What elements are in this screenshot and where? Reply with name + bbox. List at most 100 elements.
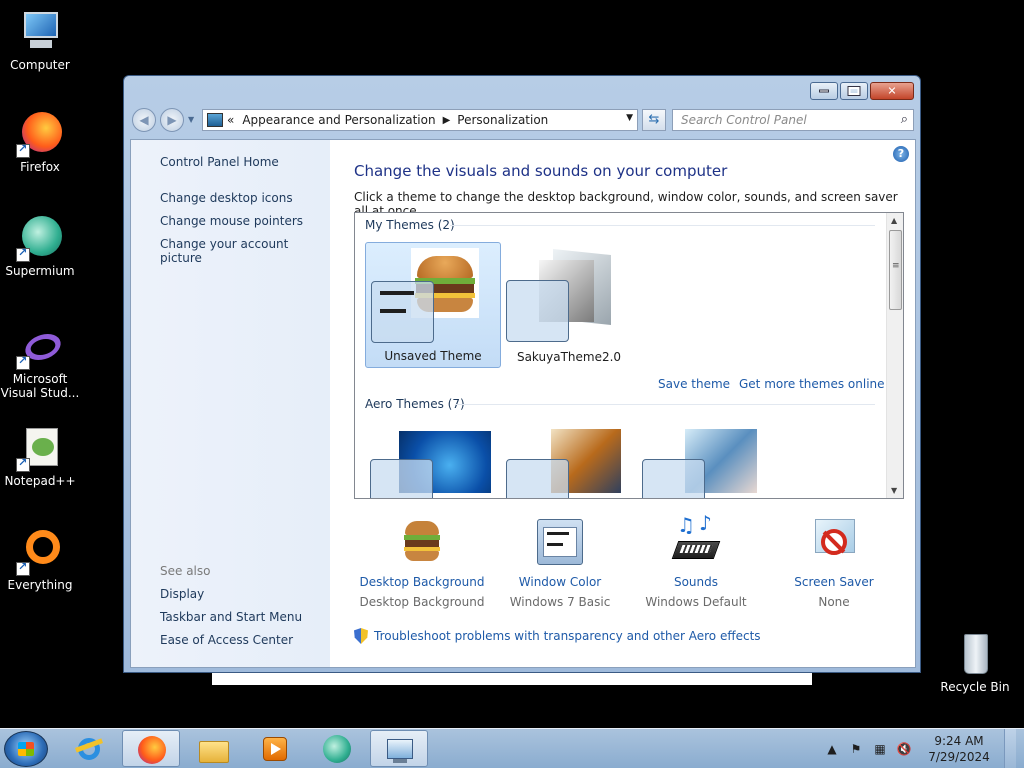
- taskbar-control-panel[interactable]: [370, 730, 428, 767]
- screen-saver-item[interactable]: Screen Saver None: [769, 517, 899, 609]
- taskbar-firefox[interactable]: [122, 730, 180, 767]
- breadcrumb-personalization[interactable]: Personalization: [457, 113, 548, 127]
- scroll-down-icon[interactable]: ▼: [891, 486, 897, 495]
- taskbar-supermium[interactable]: [308, 730, 366, 767]
- taskbar-start-menu-link[interactable]: Taskbar and Start Menu: [160, 610, 302, 624]
- desktop-icon-supermium[interactable]: Supermium: [0, 214, 80, 278]
- theme-item-sakuya[interactable]: SakuyaTheme2.0: [501, 242, 637, 368]
- change-mouse-pointers-link[interactable]: Change mouse pointers: [160, 214, 303, 228]
- control-panel-home-link[interactable]: Control Panel Home: [160, 155, 279, 169]
- desktop-icon-firefox[interactable]: Firefox: [0, 110, 80, 174]
- change-desktop-icons-link[interactable]: Change desktop icons: [160, 191, 293, 205]
- music-notes-icon: ♫ ♪: [671, 511, 721, 567]
- desktop-background-title[interactable]: Desktop Background: [357, 575, 487, 589]
- everything-icon: [16, 528, 64, 576]
- refresh-button[interactable]: ⇆: [642, 109, 666, 131]
- back-button[interactable]: ◀: [132, 108, 156, 132]
- search-icon[interactable]: ⌕: [901, 112, 908, 127]
- screen-saver-title[interactable]: Screen Saver: [769, 575, 899, 589]
- sounds-item[interactable]: ♫ ♪ Sounds Windows Default: [631, 511, 761, 609]
- change-account-picture-link[interactable]: Change your account picture: [160, 237, 330, 265]
- shortcut-arrow-icon: [16, 246, 30, 262]
- desktop-icon-label: Firefox: [20, 160, 60, 174]
- theme-list[interactable]: My Themes (2) Unsaved Theme SakuyaTheme2…: [354, 212, 904, 499]
- action-center-flag-icon[interactable]: ⚑: [848, 742, 864, 756]
- window-color-preview: [642, 459, 705, 498]
- theme-item-aero-windows7[interactable]: [365, 425, 501, 498]
- background-window-edge: [212, 673, 812, 685]
- clock-time: 9:24 AM: [934, 734, 984, 748]
- control-panel-icon: [386, 736, 414, 764]
- clock-date: 7/29/2024: [928, 750, 990, 764]
- volume-muted-icon[interactable]: 🔇: [896, 742, 912, 756]
- desktop-icon-notepadpp[interactable]: Notepad++: [0, 424, 80, 488]
- scrollbar-thumb[interactable]: [889, 230, 902, 310]
- clock[interactable]: 9:24 AM 7/29/2024: [924, 733, 994, 765]
- page-title: Change the visuals and sounds on your co…: [354, 162, 728, 180]
- sounds-title[interactable]: Sounds: [631, 575, 761, 589]
- address-dropdown-icon[interactable]: ▼: [626, 113, 633, 123]
- troubleshoot-link[interactable]: Troubleshoot problems with transparency …: [354, 628, 761, 644]
- show-hidden-icons-icon[interactable]: ▲: [824, 742, 840, 756]
- shortcut-arrow-icon: [16, 456, 30, 472]
- close-button[interactable]: ✕: [870, 82, 914, 100]
- notepadpp-icon: [16, 424, 64, 472]
- breadcrumb-overflow[interactable]: «: [227, 113, 234, 127]
- forward-arrow-icon: ▶: [167, 113, 177, 127]
- taskbar-internet-explorer[interactable]: [60, 730, 118, 767]
- save-theme-link[interactable]: Save theme: [658, 377, 730, 391]
- desktop-icon-recycle-bin[interactable]: Recycle Bin: [935, 630, 1015, 694]
- window-controls: ✕: [810, 82, 914, 100]
- help-icon[interactable]: ?: [893, 146, 909, 162]
- supermium-icon: [16, 214, 64, 262]
- refresh-icon: ⇆: [648, 112, 660, 127]
- start-button[interactable]: [4, 731, 48, 767]
- window-color-title[interactable]: Window Color: [495, 575, 625, 589]
- theme-item-aero-architecture[interactable]: [501, 425, 637, 498]
- ease-of-access-link[interactable]: Ease of Access Center: [160, 633, 293, 647]
- forward-button[interactable]: ▶: [160, 108, 184, 132]
- desktop-icon-label: Computer: [10, 58, 70, 72]
- firefox-icon: [16, 110, 64, 158]
- folder-icon: [199, 735, 229, 763]
- desktop-icon-label: Supermium: [5, 264, 75, 278]
- breadcrumb-separator-icon[interactable]: ▶: [443, 115, 451, 126]
- navigation-bar: ◀ ▶ ▼ « Appearance and Personalization ▶…: [132, 108, 914, 134]
- window-color-preview: [370, 459, 433, 498]
- theme-item-unsaved[interactable]: Unsaved Theme: [365, 242, 501, 368]
- scroll-up-icon[interactable]: ▲: [891, 216, 897, 225]
- breadcrumb-appearance[interactable]: Appearance and Personalization: [242, 113, 435, 127]
- desktop-icon-label: Everything: [7, 578, 73, 592]
- taskbar-media-player[interactable]: [246, 730, 304, 767]
- client-area: Control Panel Home Change desktop icons …: [130, 139, 916, 668]
- search-input[interactable]: Search Control Panel ⌕: [672, 109, 914, 131]
- desktop-icon-label: Notepad++: [4, 474, 76, 488]
- desktop-icon-visual-studio[interactable]: Microsoft Visual Stud...: [0, 330, 80, 400]
- desktop-background-item[interactable]: Desktop Background Desktop Background: [357, 517, 487, 609]
- window-color-preview: [506, 280, 569, 342]
- window-color-preview: [506, 459, 569, 498]
- screen-saver-value: None: [818, 595, 850, 609]
- theme-list-scrollbar[interactable]: ▲ ▼: [886, 213, 903, 498]
- minimize-button[interactable]: [810, 82, 838, 100]
- theme-item-aero-characters[interactable]: [637, 425, 773, 498]
- group-divider: [455, 404, 875, 405]
- address-bar[interactable]: « Appearance and Personalization ▶ Perso…: [202, 109, 638, 131]
- network-icon[interactable]: ▦: [872, 742, 888, 756]
- display-link[interactable]: Display: [160, 587, 204, 601]
- show-desktop-button[interactable]: [1004, 729, 1016, 768]
- no-screensaver-icon: [809, 517, 859, 567]
- taskbar-explorer[interactable]: [184, 730, 242, 767]
- shield-icon: [354, 628, 368, 644]
- control-panel-icon: [207, 113, 223, 127]
- window-color-item[interactable]: Window Color Windows 7 Basic: [495, 517, 625, 609]
- desktop-icon-everything[interactable]: Everything: [0, 528, 80, 592]
- recent-pages-icon[interactable]: ▼: [188, 115, 194, 124]
- get-more-themes-link[interactable]: Get more themes online: [739, 377, 885, 391]
- maximize-button[interactable]: [840, 82, 868, 100]
- personalization-window: ✕ ◀ ▶ ▼ « Appearance and Personalization…: [123, 75, 921, 673]
- minimize-icon: [819, 89, 829, 93]
- desktop-icon-computer[interactable]: Computer: [0, 8, 80, 72]
- theme-label: Unsaved Theme: [384, 349, 482, 363]
- troubleshoot-text[interactable]: Troubleshoot problems with transparency …: [374, 629, 761, 643]
